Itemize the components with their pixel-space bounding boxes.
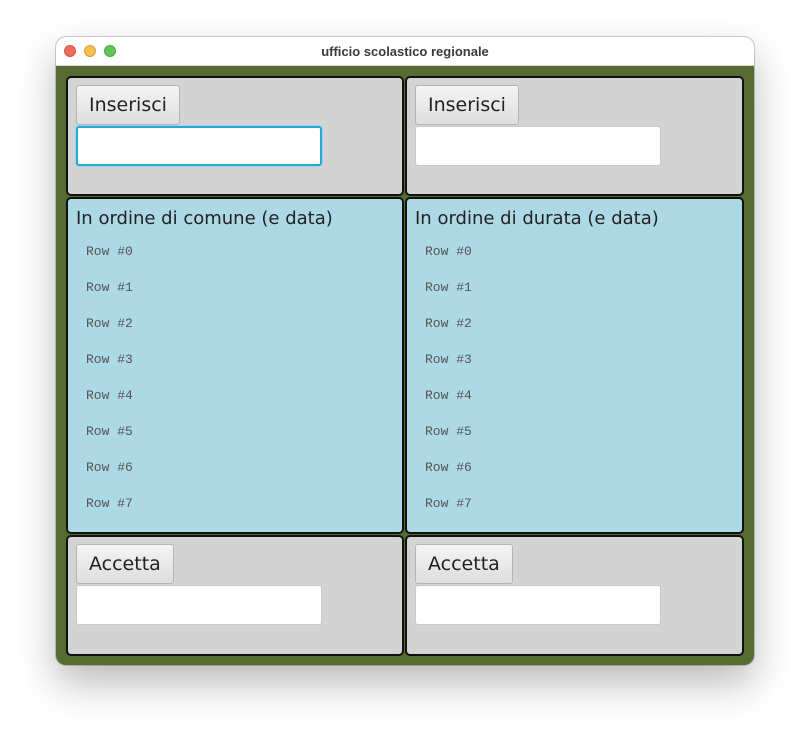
insert-input-left[interactable] bbox=[76, 126, 322, 166]
list-item[interactable]: Row #7 bbox=[425, 496, 472, 511]
list-item[interactable]: Row #5 bbox=[425, 424, 472, 439]
list-item[interactable]: Row #7 bbox=[86, 496, 133, 511]
list-item[interactable]: Row #1 bbox=[425, 280, 472, 295]
list-item[interactable]: Row #6 bbox=[425, 460, 472, 475]
insert-panel-right: Inserisci bbox=[405, 76, 744, 196]
list-item[interactable]: Row #3 bbox=[86, 352, 133, 367]
list-item[interactable]: Row #1 bbox=[86, 280, 133, 295]
accept-panel-right: Accetta bbox=[405, 535, 744, 656]
accept-button-left[interactable]: Accetta bbox=[76, 544, 174, 584]
insert-button-left[interactable]: Inserisci bbox=[76, 85, 180, 125]
list-item[interactable]: Row #0 bbox=[425, 244, 472, 259]
list-item[interactable]: Row #4 bbox=[425, 388, 472, 403]
insert-panel-left: Inserisci bbox=[66, 76, 404, 196]
list-item[interactable]: Row #4 bbox=[86, 388, 133, 403]
list-heading-by-durata: In ordine di durata (e data) bbox=[415, 208, 659, 229]
list-panel-by-durata: In ordine di durata (e data) Row #0 Row … bbox=[405, 197, 744, 534]
title-bar: ufficio scolastico regionale bbox=[56, 37, 754, 66]
insert-input-right[interactable] bbox=[415, 126, 661, 166]
accept-input-left[interactable] bbox=[76, 585, 322, 625]
list-panel-by-comune: In ordine di comune (e data) Row #0 Row … bbox=[66, 197, 404, 534]
app-window: ufficio scolastico regionale Inserisci I… bbox=[56, 37, 754, 665]
list-item[interactable]: Row #6 bbox=[86, 460, 133, 475]
list-item[interactable]: Row #2 bbox=[86, 316, 133, 331]
list-item[interactable]: Row #3 bbox=[425, 352, 472, 367]
accept-button-right[interactable]: Accetta bbox=[415, 544, 513, 584]
list-heading-by-comune: In ordine di comune (e data) bbox=[76, 208, 333, 229]
accept-panel-left: Accetta bbox=[66, 535, 404, 656]
window-title: ufficio scolastico regionale bbox=[321, 44, 489, 59]
list-item[interactable]: Row #2 bbox=[425, 316, 472, 331]
list-item[interactable]: Row #0 bbox=[86, 244, 133, 259]
insert-button-right[interactable]: Inserisci bbox=[415, 85, 519, 125]
accept-input-right[interactable] bbox=[415, 585, 661, 625]
list-item[interactable]: Row #5 bbox=[86, 424, 133, 439]
